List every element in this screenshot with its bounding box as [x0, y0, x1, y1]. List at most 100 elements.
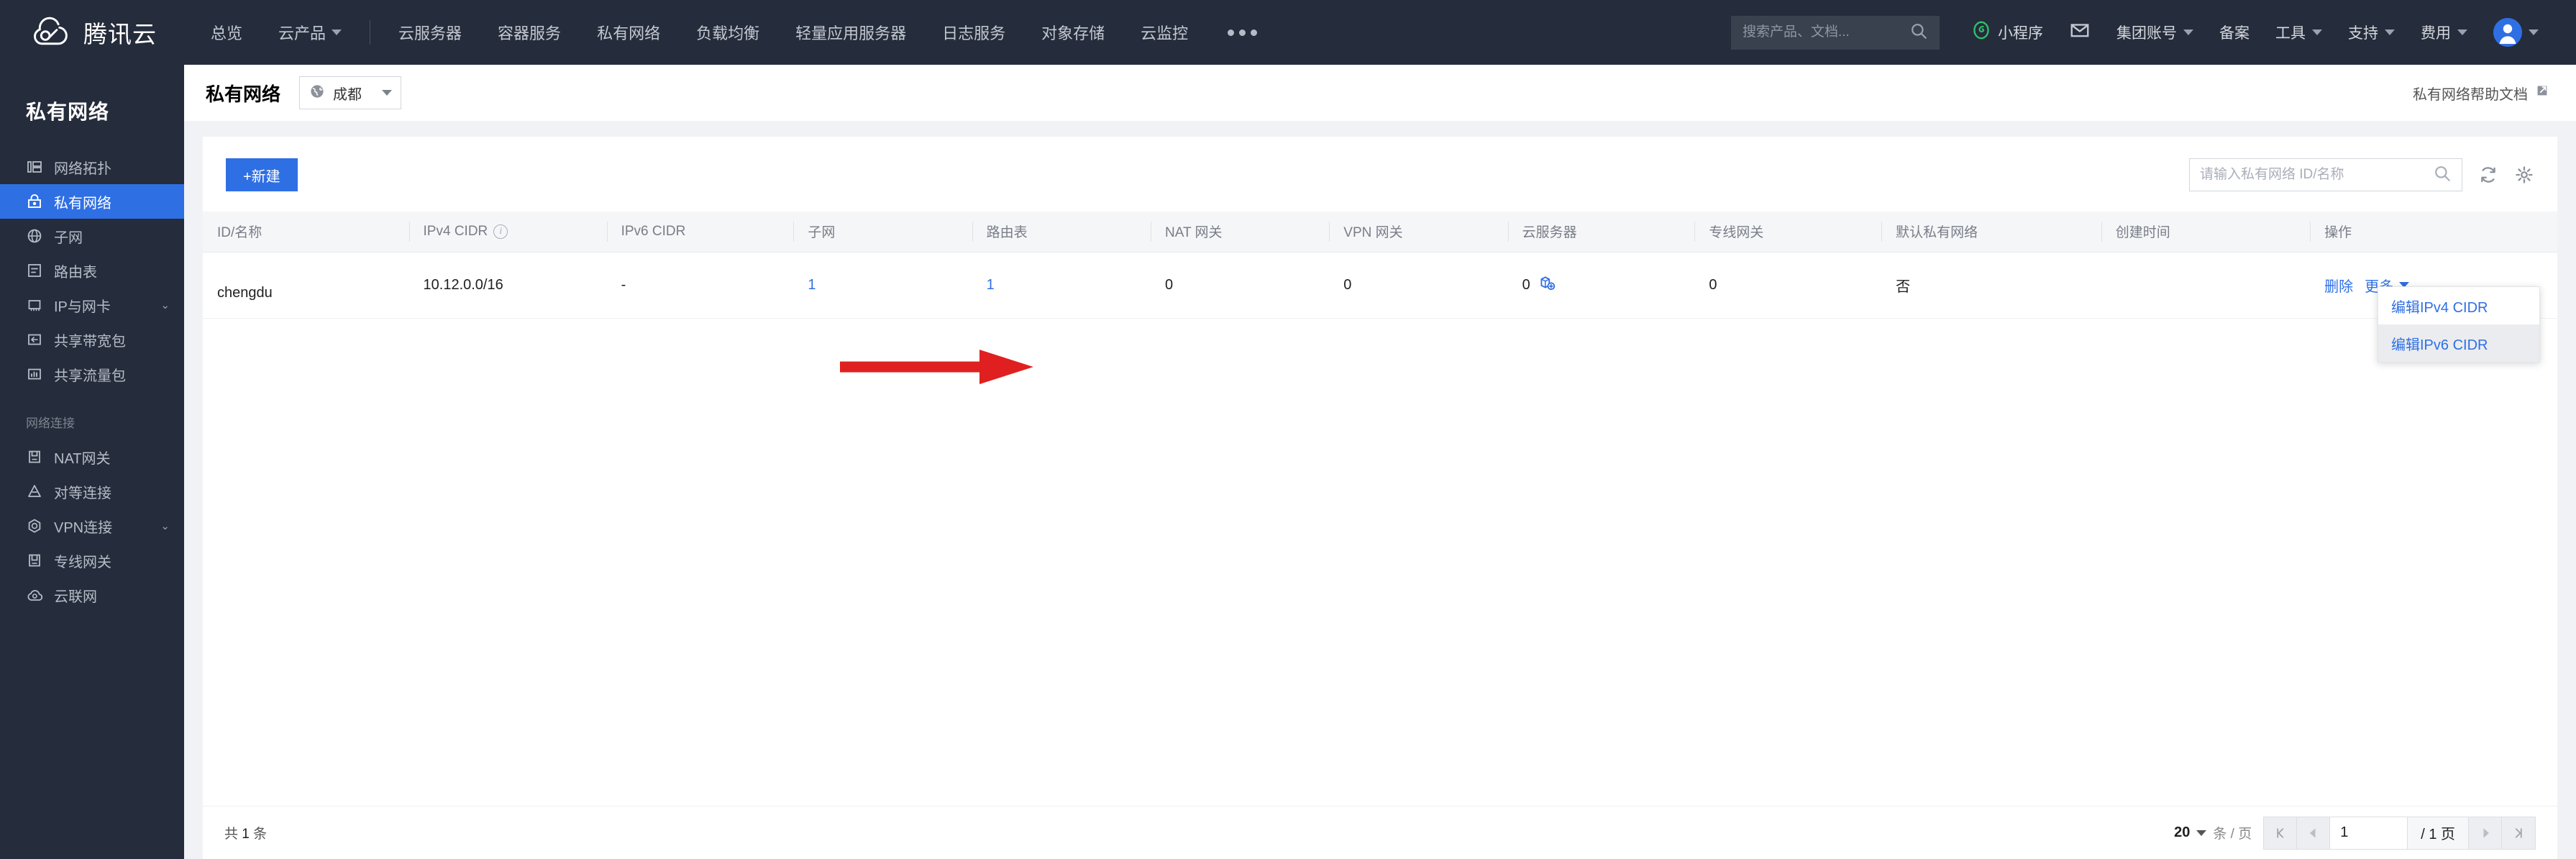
column-header-vpn-gateway[interactable]: VPN 网关	[1329, 212, 1508, 253]
nav-item-lighthouse[interactable]: 轻量应用服务器	[777, 0, 924, 65]
nav-item-clb[interactable]: 负载均衡	[678, 0, 777, 65]
chevron-down-icon	[382, 90, 393, 96]
nav-item-cos[interactable]: 对象存储	[1023, 0, 1123, 65]
create-vpc-button[interactable]: +新建	[226, 158, 298, 191]
global-search-box[interactable]	[1731, 15, 1940, 50]
next-page-icon[interactable]	[2469, 817, 2502, 849]
annotation-arrow-icon	[840, 350, 1033, 384]
column-header-route-table[interactable]: 路由表	[972, 212, 1151, 253]
column-header-create-time[interactable]: 创建时间	[2101, 212, 2311, 253]
sidebar-item-subnet[interactable]: 子网	[0, 219, 184, 253]
region-selector[interactable]: 成都	[299, 76, 402, 109]
nav-item-container-service[interactable]: 容器服务	[480, 0, 579, 65]
page-size-value: 20	[2174, 824, 2191, 840]
chevron-down-icon	[2529, 29, 2539, 35]
route-table-icon	[26, 262, 43, 279]
column-header-ipv6-cidr[interactable]: IPv6 CIDR	[606, 212, 794, 253]
brand-logo[interactable]: 腾讯云	[0, 13, 157, 52]
sidebar-item-vpn[interactable]: VPN连接 ⌄	[0, 509, 184, 543]
cell-default-vpc: 否	[1881, 252, 2101, 319]
chevron-down-icon: ⌄	[160, 519, 170, 532]
sidebar-item-network-topology[interactable]: 网络拓扑	[0, 150, 184, 184]
chevron-down-icon	[2457, 29, 2467, 35]
nav-item-overview[interactable]: 总览	[193, 0, 260, 65]
nav-item-cls[interactable]: 日志服务	[924, 0, 1023, 65]
sidebar-item-shared-traffic[interactable]: 共享流量包	[0, 357, 184, 391]
route-table-count-link[interactable]: 1	[987, 277, 995, 293]
vpc-search-box[interactable]	[2189, 158, 2462, 191]
sidebar-item-label: IP与网卡	[54, 299, 111, 315]
nav-support[interactable]: 支持	[2335, 0, 2408, 65]
sidebar-item-route-table[interactable]: 路由表	[0, 253, 184, 288]
sidebar-item-vpc[interactable]: 私有网络	[0, 184, 184, 219]
cell-cloud-server: 0	[1507, 252, 1695, 319]
subnet-count-link[interactable]: 1	[808, 277, 816, 293]
search-icon[interactable]	[1909, 22, 1928, 44]
nav-item-cloud-products[interactable]: 云产品	[260, 0, 360, 65]
nav-mini-program[interactable]: 小程序	[1958, 0, 2056, 65]
cell-id-name: chengdu	[203, 252, 409, 319]
help-doc-link[interactable]: 私有网络帮助文档	[2413, 83, 2550, 104]
sidebar: 私有网络 网络拓扑 私有网络 子网 路由表 IP与网卡 ⌄ 共享带宽包 共享流量…	[0, 65, 184, 859]
nav-tools[interactable]: 工具	[2262, 0, 2335, 65]
sidebar-title: 私有网络	[26, 101, 110, 123]
nav-user-menu[interactable]	[2480, 0, 2552, 65]
page-size-selector[interactable]: 20 条 / 页	[2174, 823, 2252, 842]
vpc-search-input[interactable]	[2200, 167, 2433, 183]
vpc-id[interactable]	[217, 266, 409, 282]
vpn-icon	[26, 517, 43, 535]
first-page-icon[interactable]	[2264, 817, 2298, 849]
sidebar-item-peering[interactable]: 对等连接	[0, 474, 184, 509]
nav-group-account[interactable]: 集团账号	[2104, 0, 2206, 65]
column-header-default-vpc[interactable]: 默认私有网络	[1881, 212, 2101, 253]
info-icon[interactable]: i	[493, 224, 508, 239]
nav-item-cvm[interactable]: 云服务器	[380, 0, 480, 65]
nav-messages[interactable]	[2056, 0, 2104, 65]
sidebar-item-label: 私有网络	[54, 195, 111, 212]
topology-icon	[26, 158, 43, 176]
nav-item-cloud-monitor[interactable]: 云监控	[1123, 0, 1206, 65]
prev-page-icon[interactable]	[2297, 817, 2331, 849]
sidebar-item-label: 共享带宽包	[54, 333, 126, 350]
cell-create-time	[2101, 252, 2311, 319]
vpc-list-card: +新建 请输入私有网络 ID/名称 ID/名称 IPv4 CIDR i IPv6…	[203, 137, 2557, 859]
refresh-icon[interactable]	[2478, 165, 2498, 185]
column-header-cloud-server[interactable]: 云服务器	[1507, 212, 1695, 253]
total-count-value: 1	[242, 827, 250, 842]
cell-subnet: 1	[793, 252, 972, 319]
sidebar-item-label: NAT网关	[54, 450, 111, 467]
nav-beian[interactable]: 备案	[2206, 0, 2262, 65]
column-header-id-name[interactable]: ID/名称	[203, 212, 409, 253]
gear-icon[interactable]	[2514, 165, 2534, 185]
column-header-nat-gateway[interactable]: NAT 网关	[1150, 212, 1330, 253]
external-link-icon	[2534, 83, 2550, 103]
top-navigation-bar: 腾讯云 总览 云产品 云服务器 容器服务 私有网络 负载均衡 轻量应用服务器 日…	[0, 0, 2576, 65]
column-header-ipv4-cidr[interactable]: IPv4 CIDR i	[408, 212, 607, 253]
sidebar-group-network-connection: 网络连接	[26, 417, 75, 430]
peering-icon	[26, 483, 43, 500]
sidebar-item-shared-bandwidth[interactable]: 共享带宽包	[0, 322, 184, 357]
search-icon[interactable]	[2433, 164, 2452, 186]
page-number-input[interactable]	[2330, 817, 2408, 849]
global-search-input[interactable]	[1743, 24, 1909, 40]
column-header-direct-connect-gateway[interactable]: 专线网关	[1694, 212, 1882, 253]
sidebar-item-ip-nic[interactable]: IP与网卡 ⌄	[0, 288, 184, 322]
sidebar-item-ccn[interactable]: 云联网	[0, 578, 184, 612]
sidebar-item-nat-gateway[interactable]: NAT网关	[0, 440, 184, 474]
ellipsis-icon[interactable]	[1206, 29, 1279, 36]
menu-item-edit-ipv6-cidr[interactable]: 编辑IPv6 CIDR	[2378, 324, 2539, 362]
menu-item-edit-ipv4-cidr[interactable]: 编辑IPv4 CIDR	[2378, 287, 2539, 324]
column-header-subnet[interactable]: 子网	[793, 212, 972, 253]
nav-billing[interactable]: 费用	[2408, 0, 2480, 65]
direct-connect-icon	[26, 552, 43, 569]
traffic-icon	[26, 365, 43, 383]
last-page-icon[interactable]	[2502, 817, 2535, 849]
nav-item-vpc[interactable]: 私有网络	[579, 0, 678, 65]
page-header: 私有网络 成都 私有网络帮助文档	[184, 65, 2576, 121]
sidebar-item-direct-connect-gateway[interactable]: 专线网关	[0, 543, 184, 578]
sidebar-item-label: VPN连接	[54, 519, 113, 536]
add-instance-icon[interactable]	[1538, 273, 1556, 296]
delete-link[interactable]: 删除	[2324, 275, 2353, 296]
sidebar-item-label: 云联网	[54, 588, 97, 605]
avatar[interactable]	[2493, 18, 2522, 47]
